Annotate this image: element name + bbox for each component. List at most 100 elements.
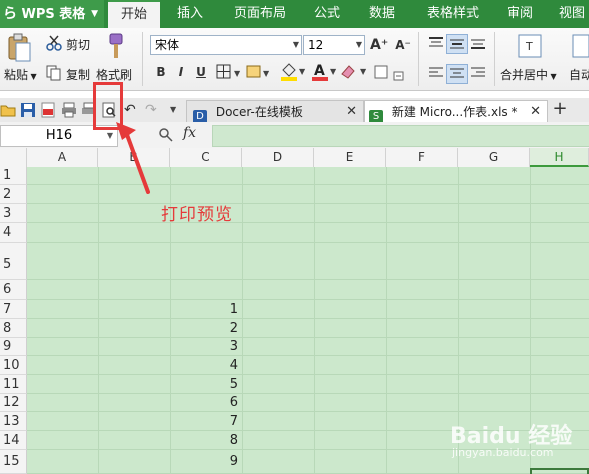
font-color-icon[interactable]: A ▼ bbox=[311, 62, 339, 82]
svg-text:▼: ▼ bbox=[299, 67, 306, 76]
cell-c15[interactable]: 9 bbox=[170, 450, 238, 474]
column-header-e[interactable]: E bbox=[314, 148, 386, 167]
row-header-11[interactable]: 11 bbox=[0, 375, 27, 394]
bold-button[interactable]: B bbox=[152, 63, 170, 81]
column-header-d[interactable]: D bbox=[242, 148, 314, 167]
underline-button[interactable]: U bbox=[192, 63, 210, 81]
paste-icon[interactable] bbox=[6, 33, 32, 63]
copy-icon[interactable] bbox=[46, 65, 62, 81]
increase-font-icon[interactable]: A⁺ bbox=[370, 36, 388, 54]
font-size-select[interactable]: 12 ▼ bbox=[303, 35, 365, 55]
tab-home[interactable]: 开始 bbox=[108, 0, 160, 28]
merge-center-button[interactable]: 合并居中 ▼ bbox=[500, 66, 557, 83]
row-header-14[interactable]: 14 bbox=[0, 431, 27, 450]
app-menu-button[interactable]: ら WPS 表格 ▼ bbox=[0, 0, 104, 28]
row-header-1[interactable]: 1 bbox=[0, 167, 27, 185]
cell-c13[interactable]: 7 bbox=[170, 412, 238, 431]
svg-text:T: T bbox=[525, 40, 533, 53]
tab-table-style[interactable]: 表格样式 bbox=[418, 0, 488, 28]
fill-color-icon[interactable]: ▼ bbox=[280, 62, 308, 82]
row-header-2[interactable]: 2 bbox=[0, 185, 27, 204]
row-header-6[interactable]: 6 bbox=[0, 280, 27, 300]
zoom-formula-icon[interactable] bbox=[158, 127, 174, 143]
tab-insert[interactable]: 插入 bbox=[165, 0, 215, 28]
row-header-9[interactable]: 9 bbox=[0, 338, 27, 356]
italic-button[interactable]: I bbox=[172, 63, 190, 81]
row-header-13[interactable]: 13 bbox=[0, 412, 27, 431]
auto-wrap-button[interactable]: 自动 bbox=[569, 66, 589, 83]
row-header-3[interactable]: 3 bbox=[0, 204, 27, 223]
column-header-a[interactable]: A bbox=[27, 148, 98, 167]
tab-formulas[interactable]: 公式 bbox=[305, 0, 349, 28]
cell-c12[interactable]: 6 bbox=[170, 394, 238, 412]
merge-center-icon[interactable]: T bbox=[518, 34, 542, 58]
new-tab-button[interactable]: + bbox=[550, 99, 570, 119]
print-icon[interactable] bbox=[61, 102, 77, 118]
align-right-icon[interactable] bbox=[470, 66, 486, 80]
tab-page-layout[interactable]: 页面布局 bbox=[225, 0, 295, 28]
grid-line bbox=[242, 167, 243, 474]
auto-wrap-icon[interactable] bbox=[572, 34, 589, 58]
doc-tab-docer[interactable]: D Docer-在线模板 ✕ bbox=[186, 100, 364, 124]
font-settings-icon[interactable] bbox=[374, 64, 408, 82]
clear-format-icon[interactable]: ▼ bbox=[340, 62, 370, 82]
cell-c10[interactable]: 4 bbox=[170, 356, 238, 375]
cell-c8[interactable]: 2 bbox=[170, 319, 238, 338]
align-left-icon[interactable] bbox=[428, 66, 444, 80]
undo-icon[interactable]: ↶ bbox=[124, 102, 140, 118]
border-icon[interactable]: ▼ bbox=[216, 64, 246, 80]
scissors-icon[interactable] bbox=[46, 35, 62, 51]
close-icon[interactable]: ✕ bbox=[346, 101, 357, 123]
cell-format-icon[interactable]: ▼ bbox=[246, 64, 274, 80]
export-pdf-icon[interactable] bbox=[40, 102, 56, 118]
tab-data[interactable]: 数据 bbox=[360, 0, 404, 28]
align-center-icon[interactable] bbox=[446, 64, 468, 84]
row-header-7[interactable]: 7 bbox=[0, 300, 27, 319]
decrease-font-icon[interactable]: A⁻ bbox=[394, 36, 412, 54]
row-header-10[interactable]: 10 bbox=[0, 356, 27, 375]
grid-line bbox=[98, 167, 99, 474]
select-all-corner[interactable] bbox=[0, 148, 27, 167]
redo-icon[interactable]: ↷ bbox=[145, 102, 161, 118]
format-painter-button[interactable]: 格式刷 bbox=[96, 66, 132, 83]
paste-button[interactable]: 粘贴 ▼ bbox=[4, 66, 37, 83]
grid-line bbox=[27, 222, 589, 223]
cell-c14[interactable]: 8 bbox=[170, 431, 238, 450]
close-icon[interactable]: ✕ bbox=[530, 101, 541, 123]
doc-tab-workbook[interactable]: S 新建 Micro...作表.xls * ✕ bbox=[364, 100, 548, 124]
formula-input[interactable] bbox=[212, 125, 589, 147]
doc-tab-label: 新建 Micro...作表.xls * bbox=[391, 105, 518, 119]
customize-toolbar-icon[interactable]: ▼ bbox=[170, 102, 186, 118]
row-header-15[interactable]: 15 bbox=[0, 450, 27, 474]
row-header-12[interactable]: 12 bbox=[0, 394, 27, 412]
chevron-down-icon: ▼ bbox=[292, 40, 299, 49]
column-header-h[interactable]: H bbox=[530, 148, 589, 167]
align-top-icon[interactable] bbox=[428, 36, 444, 50]
row-header-8[interactable]: 8 bbox=[0, 319, 27, 338]
font-name-select[interactable]: 宋体 ▼ bbox=[150, 35, 302, 55]
row-header-4[interactable]: 4 bbox=[0, 223, 27, 243]
svg-text:▼: ▼ bbox=[360, 67, 367, 76]
align-middle-icon[interactable] bbox=[446, 34, 468, 54]
tab-view[interactable]: 视图 bbox=[552, 0, 589, 28]
align-bottom-icon[interactable] bbox=[470, 36, 486, 50]
column-header-f[interactable]: F bbox=[386, 148, 458, 167]
app-title: WPS 表格 bbox=[21, 7, 86, 22]
save-icon[interactable] bbox=[20, 102, 36, 118]
cut-button[interactable]: 剪切 bbox=[66, 36, 90, 53]
watermark-url: jingyan.baidu.com bbox=[452, 446, 554, 459]
svg-text:▼: ▼ bbox=[234, 69, 241, 78]
font-name-value: 宋体 bbox=[155, 38, 180, 52]
copy-button[interactable]: 复制 bbox=[66, 66, 90, 83]
quick-access-bar: ↶ ↷ ▼ D Docer-在线模板 ✕ S 新建 Micro...作表.xls… bbox=[0, 98, 589, 124]
cell-c9[interactable]: 3 bbox=[170, 338, 238, 356]
column-header-c[interactable]: C bbox=[170, 148, 242, 167]
cell-c11[interactable]: 5 bbox=[170, 375, 238, 394]
row-header-5[interactable]: 5 bbox=[0, 243, 27, 280]
open-folder-icon[interactable] bbox=[0, 102, 16, 118]
tab-review[interactable]: 审阅 bbox=[498, 0, 542, 28]
column-header-g[interactable]: G bbox=[458, 148, 530, 167]
insert-function-button[interactable]: fx bbox=[183, 125, 196, 141]
cell-c7[interactable]: 1 bbox=[170, 300, 238, 319]
format-painter-icon[interactable] bbox=[104, 33, 126, 61]
